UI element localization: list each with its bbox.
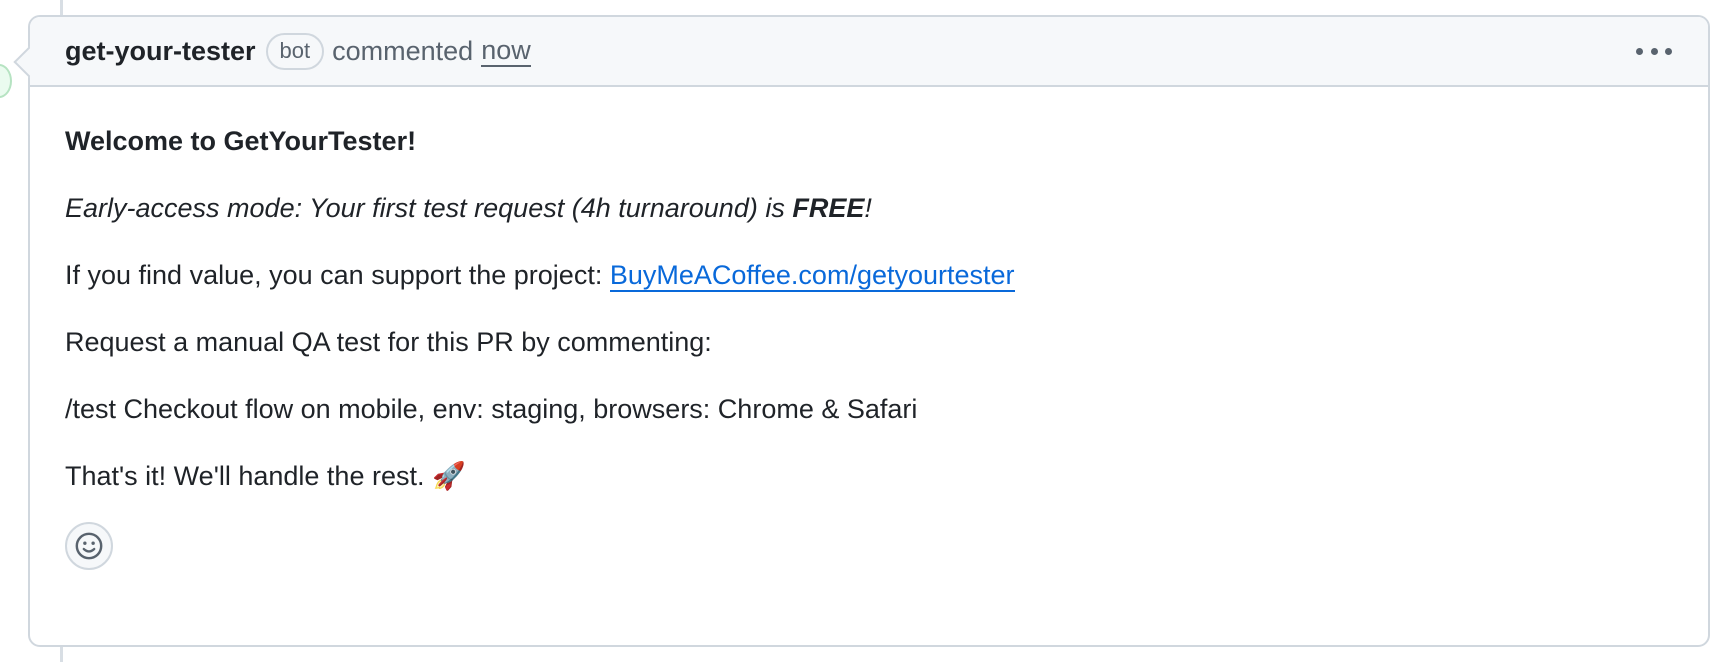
comment-body: Welcome to GetYourTester! Early-access m… [30,87,1708,493]
comment-box: get-your-tester bot commented now Welcom… [13,15,1710,647]
rocket-icon: 🚀 [431,461,466,492]
kebab-dot [1636,47,1643,55]
comment-action-label: commented [332,35,474,66]
support-link[interactable]: BuyMeACoffee.com/getyourtester [609,260,1015,292]
timestamp-link[interactable]: now [481,35,531,67]
author-link[interactable]: get-your-tester [65,36,256,67]
welcome-heading: Welcome to GetYourTester! [65,126,417,156]
kebab-dot [1665,47,1672,55]
example-command: /test Checkout flow on mobile, env: stag… [65,394,918,424]
support-label: If you find value, you can support the p… [65,260,610,290]
support-text: If you find value, you can support the p… [65,259,1708,292]
kebab-dot [1650,47,1658,55]
avatar[interactable] [0,64,12,98]
bot-badge: bot [265,32,325,70]
request-text: Request a manual QA test for this PR by … [65,327,712,357]
kebab-horizontal-icon[interactable] [1636,39,1672,63]
early-access-prefix: Early-access mode: Your first test reque… [65,193,793,223]
smiley-icon [75,532,103,560]
early-access-text: Early-access mode: Your first test reque… [65,192,1708,224]
free-label: FREE [792,193,865,223]
add-reaction-button[interactable] [65,522,113,570]
closing-text: That's it! We'll handle the rest. 🚀 [65,460,1708,493]
early-access-suffix: ! [864,193,872,223]
closing-label: That's it! We'll handle the rest. [65,461,432,491]
comment-header: get-your-tester bot commented now [30,17,1708,87]
